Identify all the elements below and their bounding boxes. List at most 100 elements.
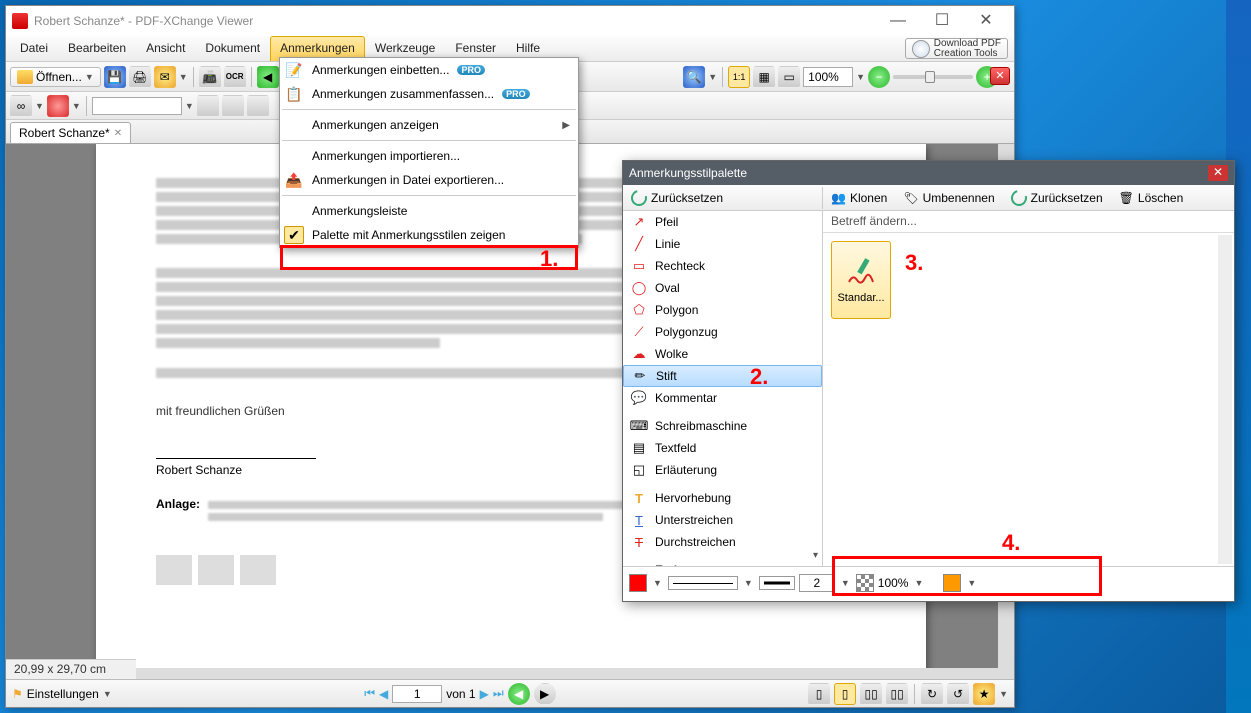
last-page-icon[interactable]: ⏭	[493, 686, 504, 701]
stamp-tool-icon[interactable]	[47, 95, 69, 117]
tool-entfernung[interactable]: ↔Entfernung	[623, 559, 822, 566]
reset-icon	[628, 187, 650, 209]
nav-fwd-icon[interactable]: ▶	[534, 683, 556, 705]
tool-kommentar[interactable]: 💬Kommentar	[623, 387, 822, 409]
gallery-scrollbar[interactable]	[1218, 235, 1232, 564]
tool-schreibmaschine[interactable]: ⌨Schreibmaschine	[623, 415, 822, 437]
menu-datei[interactable]: Datei	[10, 36, 58, 61]
mail-icon[interactable]: ✉	[154, 66, 176, 88]
tab-close-icon[interactable]: ✕	[114, 128, 122, 139]
layout-facing-cont-icon[interactable]: ▯▯	[886, 683, 908, 705]
style-dropdown[interactable]	[92, 97, 182, 115]
link-tool-icon[interactable]: ∞	[10, 95, 32, 117]
menu-export-annotations[interactable]: 📤Anmerkungen in Datei exportieren...	[280, 168, 578, 192]
menu-show-annotations[interactable]: Anmerkungen anzeigen▶	[280, 113, 578, 137]
palette-subject-field[interactable]: Betreff ändern...	[823, 211, 1234, 233]
zoom-field[interactable]: 100%	[803, 67, 853, 87]
scan-icon[interactable]: 📠	[199, 66, 221, 88]
ocr-icon[interactable]: OCR	[224, 66, 246, 88]
style-standard-thumb[interactable]: Standar...	[831, 241, 891, 319]
zoom-out-icon[interactable]: −	[868, 66, 890, 88]
layout-single-icon[interactable]: ▯	[808, 683, 830, 705]
line-icon: ╱	[631, 236, 647, 252]
tool-pfeil[interactable]: ↗Pfeil	[623, 211, 822, 233]
polygon-icon: ⬠	[631, 302, 647, 318]
app-icon	[12, 13, 28, 29]
find-icon[interactable]: 🔍	[683, 66, 705, 88]
highlight-num-1: 1.	[540, 246, 558, 272]
highlight-num-3: 3.	[905, 250, 923, 276]
tool-linie[interactable]: ╱Linie	[623, 233, 822, 255]
actual-size-icon[interactable]: 1:1	[728, 66, 750, 88]
minimize-button[interactable]: —	[876, 7, 920, 35]
first-page-icon[interactable]: ⏮	[364, 686, 375, 701]
open-button[interactable]: Öffnen...▼	[10, 67, 101, 87]
palette-rename-button[interactable]: 🏷Umbenennen	[895, 188, 1002, 208]
prev-page-icon[interactable]: ◀	[379, 687, 388, 701]
layout-cont-icon[interactable]: ▯	[834, 683, 856, 705]
download-pdf-tools-button[interactable]: Download PDF Creation Tools	[905, 38, 1008, 59]
oval-icon: ◯	[631, 280, 647, 296]
next-page-icon[interactable]: ▶	[480, 687, 489, 701]
tool-oval[interactable]: ◯Oval	[623, 277, 822, 299]
tool-c-icon[interactable]	[247, 95, 269, 117]
tool-b-icon[interactable]	[222, 95, 244, 117]
anmerkungen-dropdown: 📝Anmerkungen einbetten...PRO 📋Anmerkunge…	[279, 57, 579, 248]
tool-durchstreichen[interactable]: TDurchstreichen	[623, 531, 822, 553]
menu-show-style-palette[interactable]: ✔Palette mit Anmerkungsstilen zeigen	[280, 223, 578, 247]
palette-delete-button[interactable]: 🗑Löschen	[1111, 188, 1192, 208]
rotate-ccw-icon[interactable]: ↺	[947, 683, 969, 705]
polyline-icon: ⟋	[631, 324, 647, 340]
tool-unterstreichen[interactable]: TUnterstreichen	[623, 509, 822, 531]
palette-reset-left[interactable]: Zurücksetzen	[623, 187, 731, 209]
delete-icon: 🗑	[1119, 191, 1134, 205]
fit-width-icon[interactable]: ▭	[778, 66, 800, 88]
tool-hervorhebung[interactable]: THervorhebung	[623, 487, 822, 509]
menu-ansicht[interactable]: Ansicht	[136, 36, 195, 61]
palette-close-button[interactable]: ✕	[1208, 165, 1228, 181]
menu-embed-annotations[interactable]: 📝Anmerkungen einbetten...PRO	[280, 58, 578, 82]
stroke-color-swatch[interactable]	[629, 574, 647, 592]
highlight-icon: T	[631, 490, 647, 506]
palette-reset-button[interactable]: Zurücksetzen	[1003, 187, 1111, 209]
tool-polygonzug[interactable]: ⟋Polygonzug	[623, 321, 822, 343]
menu-dokument[interactable]: Dokument	[195, 36, 270, 61]
tool-textfeld[interactable]: ▤Textfeld	[623, 437, 822, 459]
nav-back2-icon[interactable]: ◀	[508, 683, 530, 705]
menu-summarize-annotations[interactable]: 📋Anmerkungen zusammenfassen...PRO	[280, 82, 578, 106]
palette-titlebar[interactable]: Anmerkungsstilpalette ✕	[623, 161, 1234, 185]
tool-wolke[interactable]: ☁Wolke	[623, 343, 822, 365]
palette-tool-list: ↗Pfeil ╱Linie ▭Rechteck ◯Oval ⬠Polygon ⟋…	[623, 211, 823, 566]
tool-polygon[interactable]: ⬠Polygon	[623, 299, 822, 321]
layout-facing-icon[interactable]: ▯▯	[860, 683, 882, 705]
list-scroll-down-icon[interactable]: ▾	[813, 550, 818, 561]
line-thickness-preview[interactable]	[759, 576, 795, 590]
line-width-field[interactable]: 2	[799, 574, 835, 592]
document-tab[interactable]: Robert Schanze* ✕	[10, 122, 131, 143]
rotate-cw-icon[interactable]: ↻	[921, 683, 943, 705]
underline-icon: T	[631, 512, 647, 528]
embed-icon: 📝	[284, 61, 304, 79]
close-all-tabs-button[interactable]: ✕	[990, 67, 1010, 85]
maximize-button[interactable]: ☐	[920, 7, 964, 35]
fit-page-icon[interactable]: ▦	[753, 66, 775, 88]
bookmark-icon[interactable]: ★	[973, 683, 995, 705]
highlight-num-2: 2.	[750, 364, 768, 390]
palette-clone-button[interactable]: 👥Klonen	[823, 188, 895, 208]
close-button[interactable]: ✕	[964, 7, 1008, 35]
save-icon[interactable]: 💾	[104, 66, 126, 88]
menu-annotation-bar[interactable]: Anmerkungsleiste	[280, 199, 578, 223]
tool-rechteck[interactable]: ▭Rechteck	[623, 255, 822, 277]
settings-button[interactable]: Einstellungen	[27, 687, 99, 701]
nav-back-icon[interactable]: ◀	[257, 66, 279, 88]
print-icon[interactable]: 🖨	[129, 66, 151, 88]
tool-stift[interactable]: ✏Stift	[623, 365, 822, 387]
tool-erlaeuterung[interactable]: ◱Erläuterung	[623, 459, 822, 481]
tool-a-icon[interactable]	[197, 95, 219, 117]
page-number-field[interactable]: 1	[392, 685, 442, 703]
menu-import-annotations[interactable]: Anmerkungen importieren...	[280, 144, 578, 168]
line-style-picker[interactable]	[668, 576, 738, 590]
page-dimensions: 20,99 x 29,70 cm	[6, 659, 136, 679]
menu-bearbeiten[interactable]: Bearbeiten	[58, 36, 136, 61]
zoom-slider[interactable]	[893, 75, 973, 79]
